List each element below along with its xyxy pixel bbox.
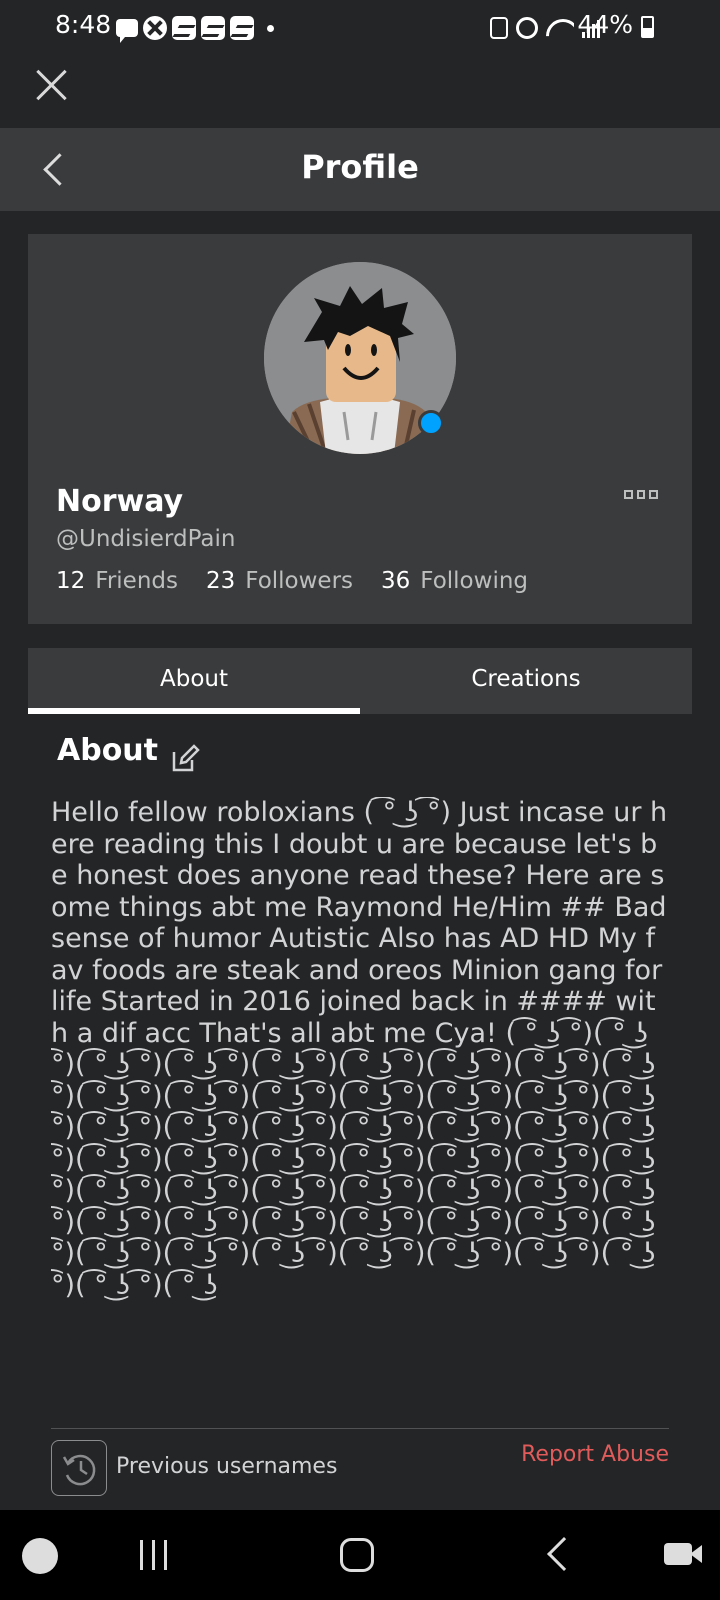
profile-tabs: About Creations xyxy=(28,648,692,714)
page-title: Profile xyxy=(301,148,419,186)
profile-card: Norway @UndisierdPain 12 Friends 23 Follow… xyxy=(28,234,692,624)
previous-usernames-button[interactable] xyxy=(51,1440,107,1496)
about-description: Hello fellow robloxians ( ͡° ͜ʖ ͡°) Just… xyxy=(51,797,668,1301)
alarm-icon xyxy=(516,17,538,39)
online-status-indicator xyxy=(418,410,444,436)
recent-apps-icon[interactable] xyxy=(140,1540,172,1570)
page-header: Profile xyxy=(0,128,720,211)
status-bar: 8:48 44% xyxy=(0,0,720,55)
history-icon xyxy=(62,1454,96,1486)
app-notification-icon xyxy=(201,16,225,40)
close-bar xyxy=(0,55,720,128)
battery-saver-icon xyxy=(490,17,508,39)
system-nav-bar xyxy=(0,1510,720,1600)
edit-icon[interactable] xyxy=(170,744,200,774)
app-notification-icon xyxy=(172,16,196,40)
status-time: 8:48 xyxy=(55,10,112,39)
xbox-icon xyxy=(143,16,167,40)
following-count: 36 xyxy=(381,568,411,594)
followers-stat[interactable]: 23 Followers xyxy=(206,568,353,594)
game-launcher-icon[interactable] xyxy=(22,1538,58,1574)
tab-creations[interactable]: Creations xyxy=(360,648,692,714)
profile-stats: 12 Friends 23 Followers 36 Following xyxy=(56,568,528,594)
home-icon[interactable] xyxy=(340,1538,374,1572)
tab-about[interactable]: About xyxy=(28,648,360,714)
wifi-icon xyxy=(546,17,574,39)
previous-usernames-label[interactable]: Previous usernames xyxy=(116,1454,337,1479)
following-stat[interactable]: 36 Following xyxy=(381,568,528,594)
more-notifications-icon xyxy=(267,24,274,32)
friends-label: Friends xyxy=(95,568,178,594)
video-call-icon[interactable] xyxy=(664,1543,702,1565)
username: @UndisierdPain xyxy=(56,526,236,552)
message-icon xyxy=(116,19,138,43)
followers-count: 23 xyxy=(206,568,236,594)
friends-stat[interactable]: 12 Friends xyxy=(56,568,178,594)
battery-icon xyxy=(641,16,654,38)
battery-percent: 44% xyxy=(577,10,633,39)
close-icon[interactable] xyxy=(32,65,72,105)
more-options-icon[interactable] xyxy=(624,490,659,504)
app-notification-icon xyxy=(230,16,254,40)
divider xyxy=(51,1428,669,1429)
friends-count: 12 xyxy=(56,568,86,594)
followers-label: Followers xyxy=(245,568,354,594)
display-name: Norway xyxy=(56,484,184,519)
about-heading: About xyxy=(57,733,159,768)
notification-icons xyxy=(116,14,274,43)
report-abuse-link[interactable]: Report Abuse xyxy=(521,1442,669,1467)
back-icon[interactable] xyxy=(547,1537,581,1571)
following-label: Following xyxy=(420,568,529,594)
